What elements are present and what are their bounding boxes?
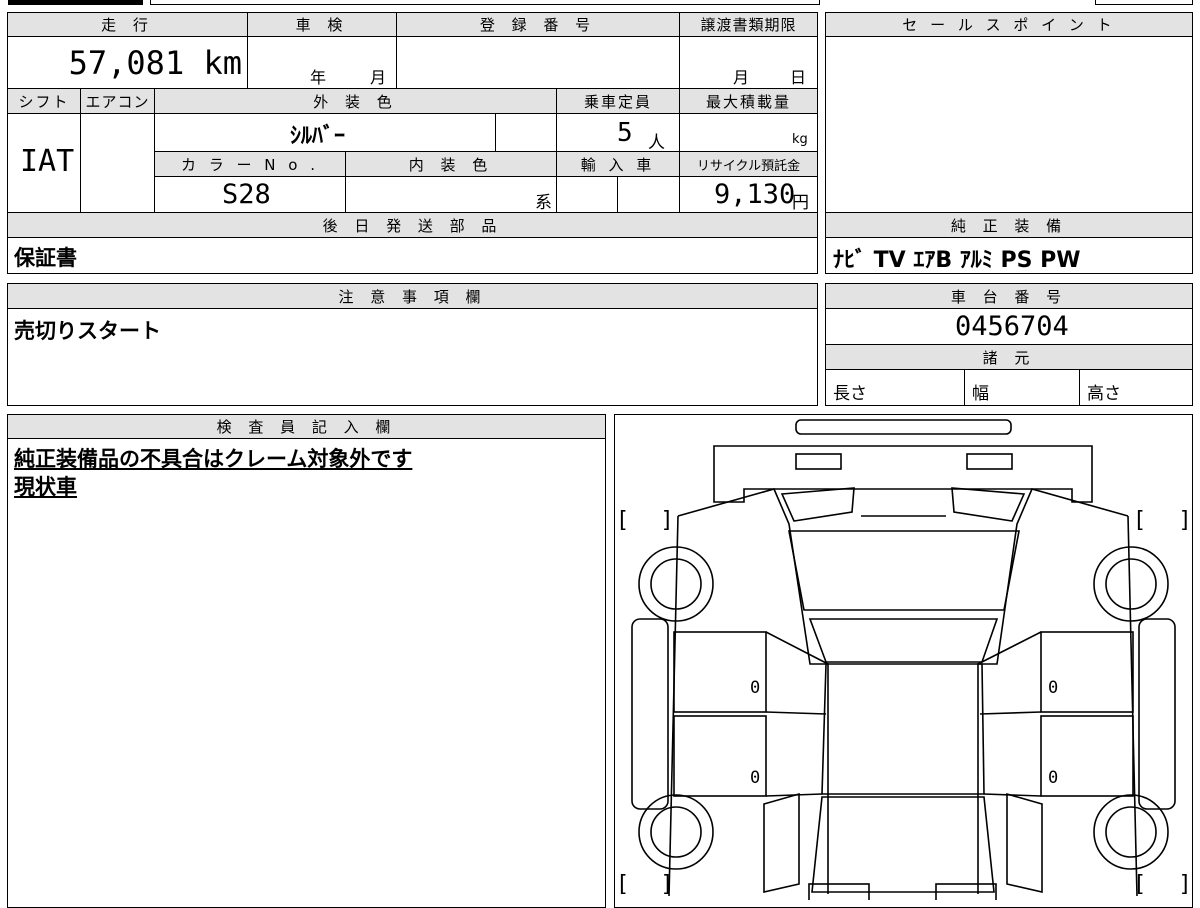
exterior-color-value: ｼﾙﾊﾞｰ [290, 124, 346, 149]
capacity-value: 5 [617, 118, 633, 148]
bracket-fl-open: [ [619, 508, 628, 533]
recycle-fee-unit: 円 [792, 193, 809, 213]
color-no-header: カ ラ ー N o . [154, 151, 346, 177]
capacity-unit: 人 [648, 133, 665, 153]
interior-color-header: 内 装 色 [345, 151, 557, 177]
later-parts-header: 後 日 発 送 部 品 [7, 212, 818, 238]
sales-point-box [825, 36, 1193, 213]
bracket-rr-close: ] [1180, 872, 1189, 897]
exterior-color-header: 外 装 色 [154, 88, 557, 114]
specs-box [825, 369, 1193, 406]
width-label: 幅 [972, 384, 989, 404]
bracket-rr-open: [ [1136, 872, 1145, 897]
notes-value: 売切りスタート [14, 319, 161, 343]
mileage-value: 57,081 km [68, 44, 242, 82]
bracket-rl-open: [ [619, 872, 628, 897]
max-load-unit: kg [792, 132, 808, 147]
height-label: 高さ [1087, 384, 1121, 404]
specs-header: 諸 元 [825, 344, 1193, 370]
aircon-header: エアコン [80, 88, 155, 114]
import-car-header: 輸 入 車 [556, 151, 680, 177]
notes-header: 注 意 事 項 欄 [7, 283, 818, 309]
color-no-value: S28 [222, 179, 271, 210]
bracket-fl-close: ] [662, 508, 671, 533]
later-parts-box [7, 237, 818, 274]
car-diagram [631, 419, 1176, 900]
panel-mark-rear-left-door: 0 [750, 768, 761, 788]
mileage-header: 走 行 [7, 12, 248, 37]
later-parts-value: 保証書 [14, 246, 77, 270]
inspector-header: 検 査 員 記 入 欄 [7, 414, 606, 439]
inspector-line-2: 現状車 [14, 475, 77, 499]
recycle-fee-header: リサイクル預託金 [679, 151, 818, 177]
inspector-line-1: 純正装備品の不具合はクレーム対象外です [14, 447, 413, 471]
interior-color-suffix: 系 [535, 193, 552, 213]
panel-mark-front-right-door: 0 [1048, 678, 1059, 698]
recycle-fee-value: 9,130 [714, 179, 796, 210]
top-strip-right [1095, 0, 1193, 5]
inspection-header: 車 検 [247, 12, 397, 37]
bracket-fr-close: ] [1180, 508, 1189, 533]
panel-mark-front-left-door: 0 [750, 678, 761, 698]
shift-header: シフト [7, 88, 81, 114]
genuine-equipment-value: ﾅﾋﾞ TV ｴｱB ｱﾙﾐ PS PW [833, 248, 1081, 273]
inspector-box [7, 438, 606, 908]
registration-header: 登 録 番 号 [396, 12, 680, 37]
panel-mark-rear-right-door: 0 [1048, 768, 1059, 788]
bracket-rl-close: ] [662, 872, 671, 897]
genuine-equipment-header: 純 正 装 備 [825, 212, 1193, 238]
top-black-tab [8, 0, 143, 5]
shift-value: IAT [20, 144, 75, 179]
chassis-no-value: 0456704 [955, 311, 1069, 342]
chassis-no-header: 車 台 番 号 [825, 283, 1193, 309]
transfer-deadline-header: 譲渡書類期限 [679, 12, 818, 37]
capacity-header: 乗車定員 [556, 88, 680, 114]
top-strip [150, 0, 820, 5]
bracket-fr-open: [ [1136, 508, 1145, 533]
deadline-month-unit: 月 [733, 68, 750, 87]
deadline-day-unit: 日 [790, 68, 807, 87]
inspection-month-unit: 月 [370, 68, 387, 87]
length-label: 長さ [833, 384, 867, 404]
inspection-year-unit: 年 [310, 68, 327, 87]
sales-point-header: セ ー ル ス ポ イ ン ト [825, 12, 1193, 37]
max-load-header: 最大積載量 [679, 88, 818, 114]
